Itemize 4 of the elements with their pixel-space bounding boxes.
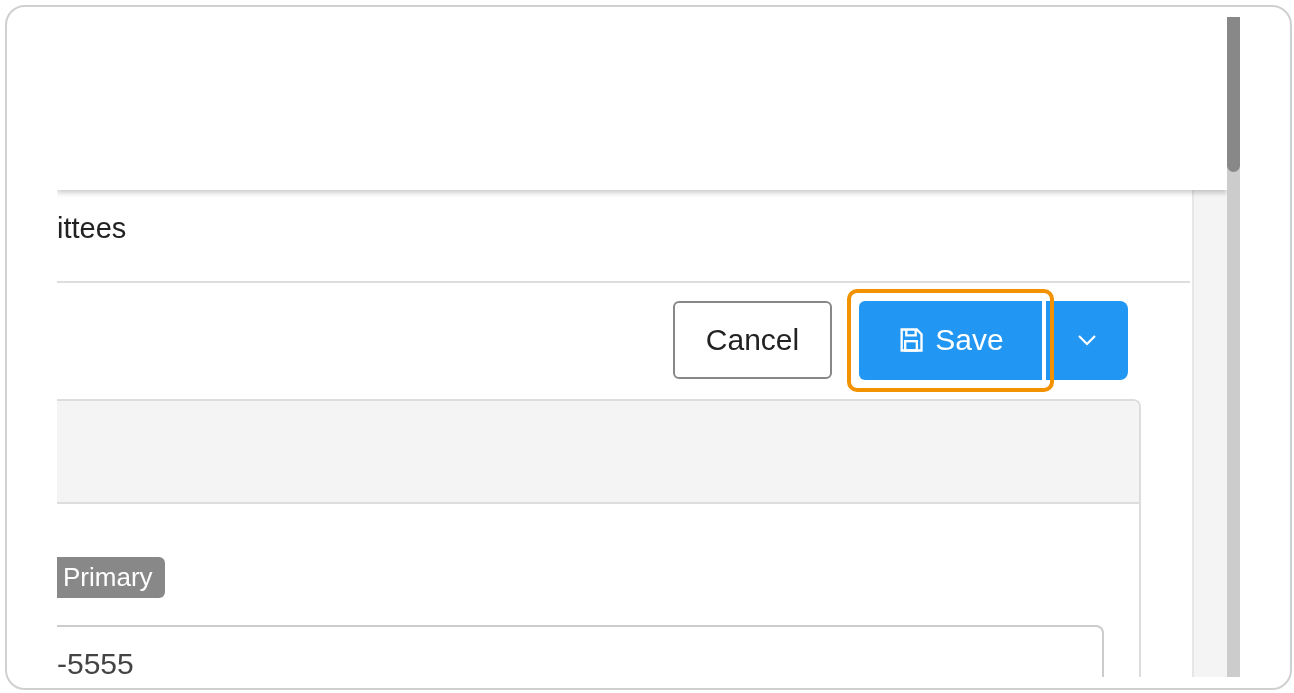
cancel-button[interactable]: Cancel [673,301,832,379]
phone-field[interactable]: -5555 [57,625,1104,677]
primary-badge: Primary [57,557,165,598]
section-title: ittees [57,212,127,245]
